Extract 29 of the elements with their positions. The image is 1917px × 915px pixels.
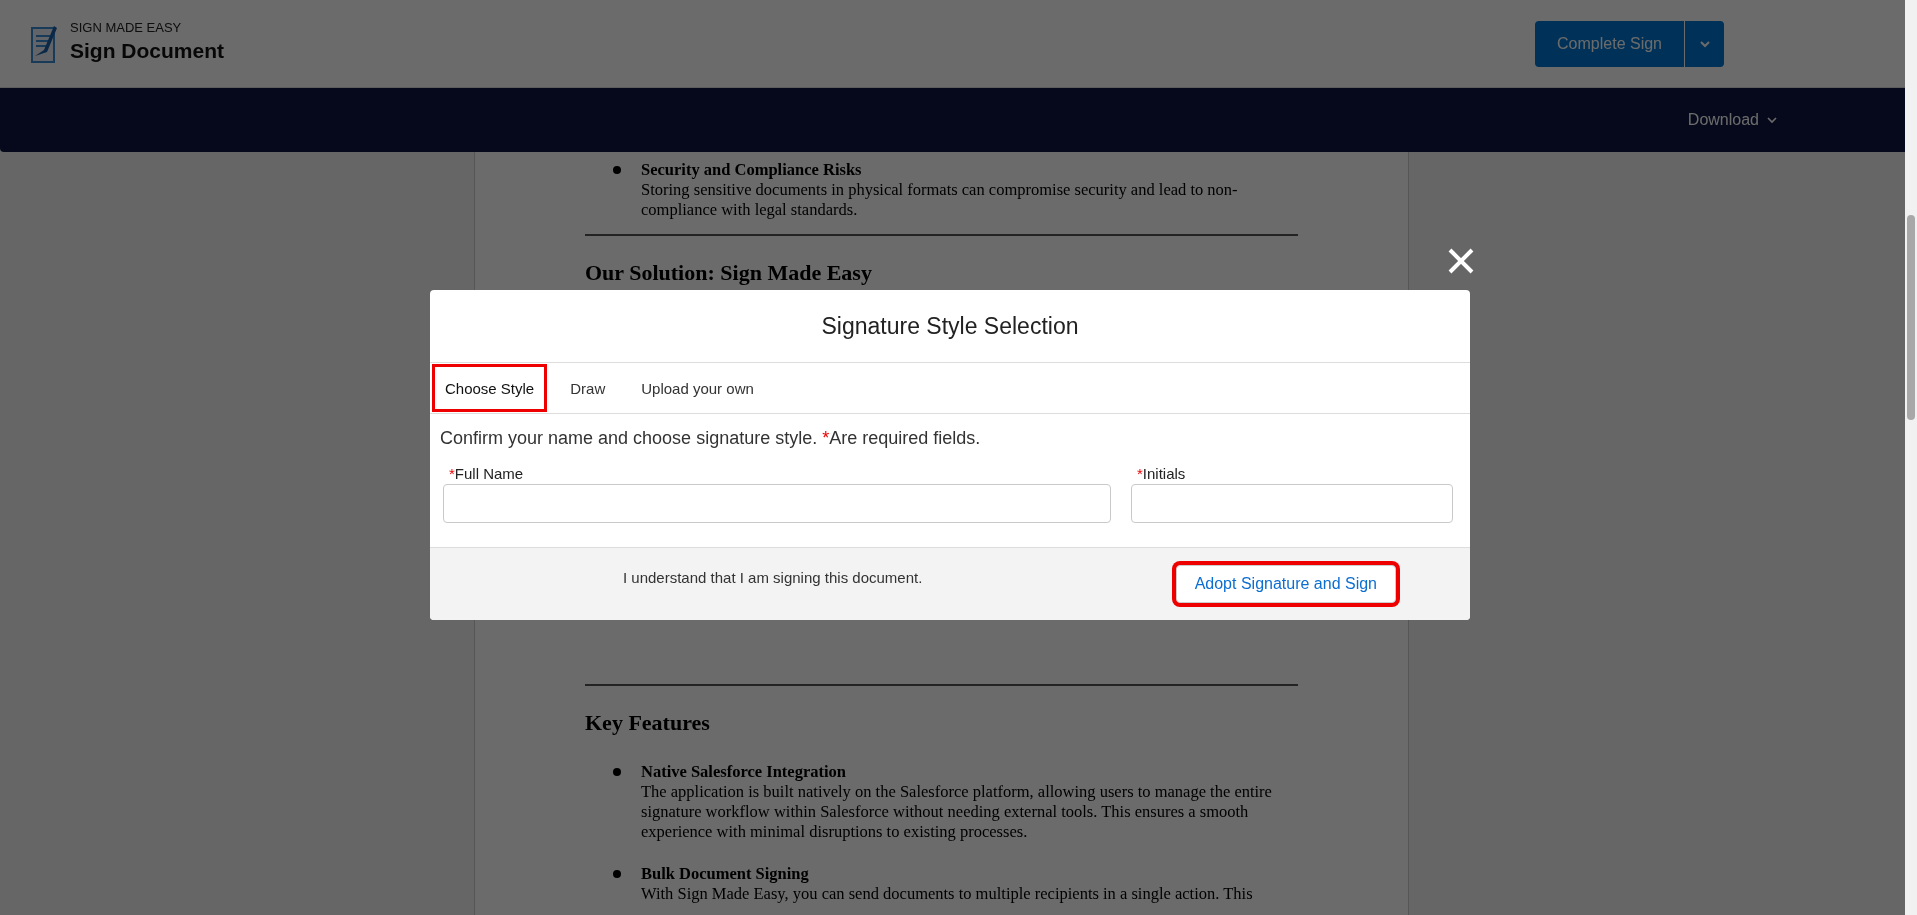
feature-title: Native Salesforce Integration (641, 762, 847, 782)
chevron-down-icon (1698, 39, 1711, 48)
input-field[interactable] (443, 484, 1111, 523)
consent-text: I understand that I am signing this document. (623, 568, 923, 586)
tab[interactable]: Choose Style (432, 364, 548, 412)
tab[interactable]: Draw (557, 364, 619, 412)
tab[interactable]: Upload your own (628, 364, 767, 412)
bullet-icon (613, 166, 621, 174)
caret-icon (1767, 116, 1777, 124)
app-name: SIGN MADE EASY (70, 20, 183, 35)
field-label: *Initials (1136, 465, 1187, 482)
feature-description: The application is built natively on the Salesforce platform, allowing users to manage the entire signature workflow within Salesforce without needing external tools. This ensures a smooth experience with minimal disruptions to existing processes. (641, 782, 1273, 842)
document-icon (30, 23, 58, 64)
field-label: *Full Name (448, 465, 525, 482)
section-heading: Key Features (585, 710, 711, 736)
feature-description: With Sign Made Easy, you can send documents to multiple recipients in a single action. This (641, 884, 1253, 904)
bullet-icon (613, 768, 621, 776)
modal-title: Signature Style Selection (821, 312, 1079, 340)
bullet-icon (613, 870, 621, 878)
input-field[interactable] (1131, 484, 1453, 523)
section-heading: Our Solution: Sign Made Easy (585, 260, 873, 286)
feature-title: Bulk Document Signing (641, 864, 810, 884)
feature-description: Storing sensitive documents in physical formats can compromise security and lead to non-compliance with legal standards. (641, 180, 1239, 220)
page-title: Sign Document (70, 39, 224, 63)
close-icon[interactable] (1447, 247, 1475, 275)
instruction-text: Confirm your name and choose signature style. *Are required fields. (439, 427, 982, 450)
dropdown-button[interactable] (1684, 20, 1724, 67)
download-menu[interactable]: Download (1681, 110, 1783, 130)
feature-title: Security and Compliance Risks (641, 160, 863, 180)
